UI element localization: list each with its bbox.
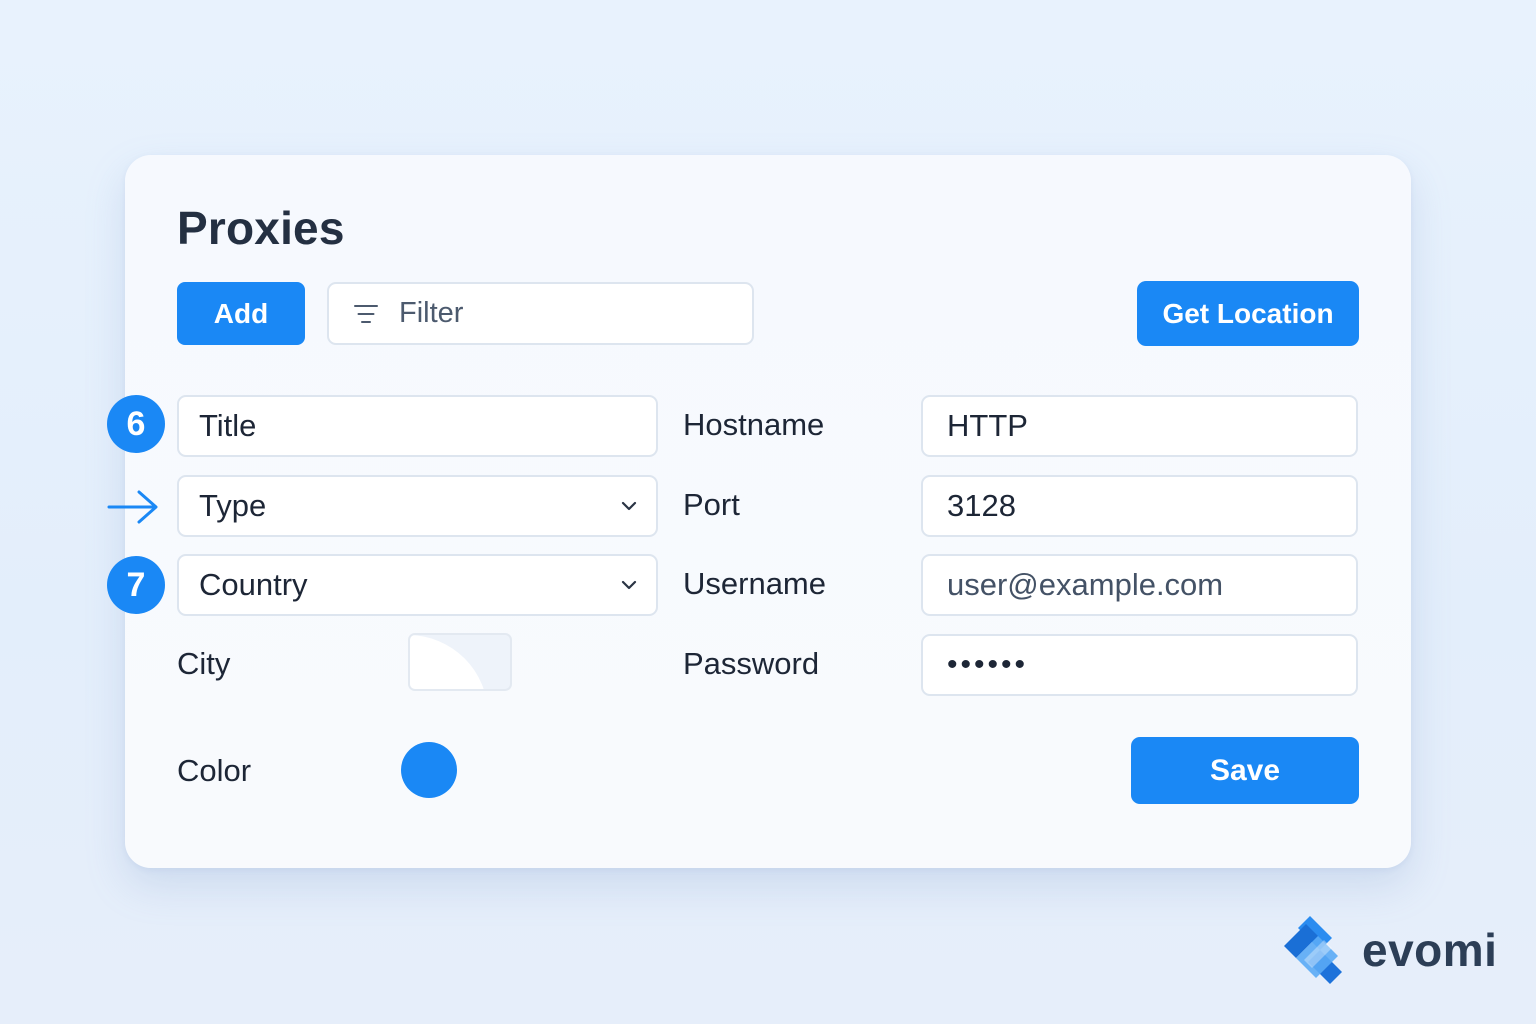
password-value: •••••• bbox=[947, 648, 1029, 681]
arrow-right-icon bbox=[107, 490, 158, 524]
title-placeholder: Title bbox=[199, 408, 257, 443]
filter-input[interactable]: Filter bbox=[327, 282, 754, 345]
logo-text: evomi bbox=[1362, 924, 1498, 976]
password-label: Password bbox=[683, 646, 820, 681]
chevron-down-icon bbox=[621, 501, 637, 511]
type-select[interactable]: Type bbox=[177, 475, 658, 537]
country-placeholder: Country bbox=[199, 567, 308, 602]
city-label: City bbox=[177, 646, 231, 681]
filter-icon bbox=[353, 303, 379, 325]
step-7-badge: 7 bbox=[107, 556, 165, 614]
port-input[interactable]: 3128 bbox=[921, 475, 1358, 537]
city-input[interactable] bbox=[408, 633, 512, 691]
username-value: user@example.com bbox=[947, 567, 1224, 602]
port-value: 3128 bbox=[947, 488, 1016, 523]
password-input[interactable]: •••••• bbox=[921, 634, 1358, 696]
country-select[interactable]: Country bbox=[177, 554, 658, 616]
color-label: Color bbox=[177, 753, 252, 788]
hostname-label: Hostname bbox=[683, 407, 825, 442]
get-location-button[interactable]: Get Location bbox=[1137, 281, 1359, 346]
evomi-logo-mark-icon bbox=[1284, 916, 1342, 984]
add-button[interactable]: Add bbox=[177, 282, 305, 345]
username-label: Username bbox=[683, 566, 826, 601]
color-swatch[interactable] bbox=[401, 742, 457, 798]
hostname-value: HTTP bbox=[947, 408, 1028, 443]
save-button[interactable]: Save bbox=[1131, 737, 1359, 804]
proxies-card: Proxies Add Filter Get Location 6 7 Titl… bbox=[107, 155, 1411, 868]
evomi-logo: evomi bbox=[1280, 912, 1510, 988]
title-input[interactable]: Title bbox=[177, 395, 658, 457]
username-input[interactable]: user@example.com bbox=[921, 554, 1358, 616]
hostname-input[interactable]: HTTP bbox=[921, 395, 1358, 457]
type-placeholder: Type bbox=[199, 488, 267, 523]
filter-placeholder: Filter bbox=[399, 297, 464, 329]
chevron-down-icon bbox=[621, 580, 637, 590]
step-6-badge: 6 bbox=[107, 395, 165, 453]
page-title: Proxies bbox=[177, 202, 345, 254]
port-label: Port bbox=[683, 487, 740, 522]
